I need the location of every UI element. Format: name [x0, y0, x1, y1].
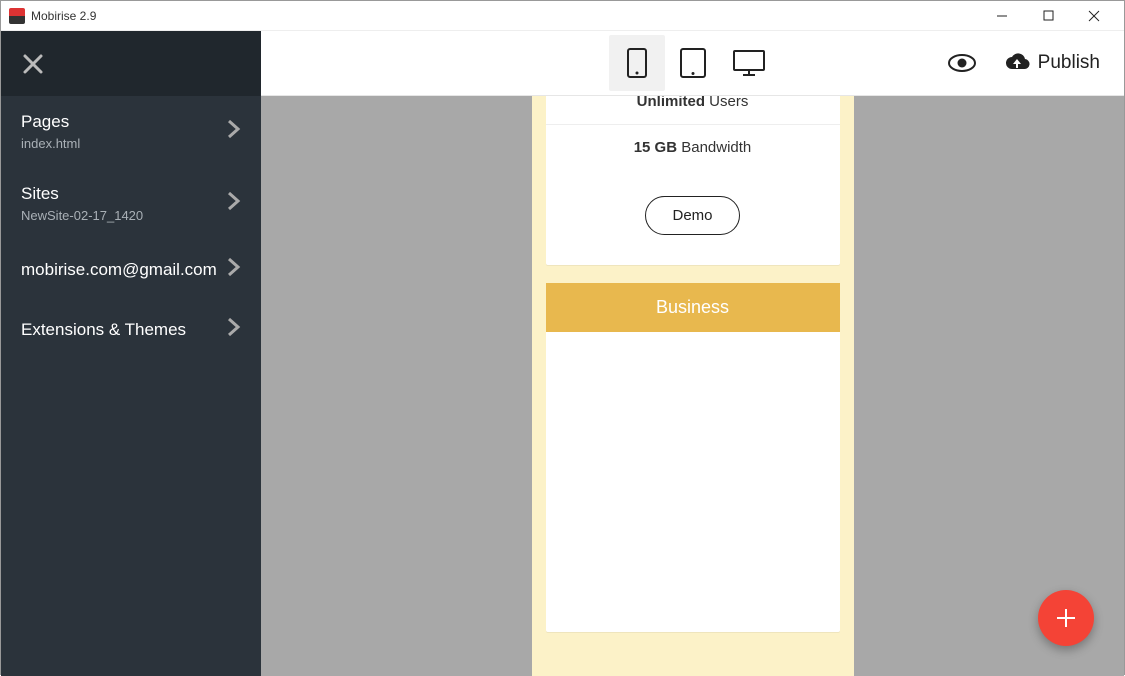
- sidebar-item-extensions[interactable]: Extensions & Themes: [1, 300, 261, 360]
- sidebar-item-account[interactable]: mobirise.com@gmail.com: [1, 240, 261, 300]
- demo-button[interactable]: Demo: [645, 196, 739, 235]
- pricing-card-standard: Standard $0 per month 32 GB Storage Unli…: [546, 96, 840, 265]
- preview-button[interactable]: [948, 54, 976, 72]
- pricing-card-header[interactable]: Business: [546, 283, 840, 332]
- sidebar-item-label: Pages: [21, 112, 80, 132]
- plus-icon: [1055, 607, 1077, 629]
- chevron-right-icon: [227, 256, 241, 283]
- add-block-fab[interactable]: [1038, 590, 1094, 646]
- sidebar-item-label: Extensions & Themes: [21, 320, 186, 340]
- sidebar-item-sites[interactable]: Sites NewSite-02-17_1420: [1, 168, 261, 240]
- phone-preview-scrollview[interactable]: Standard $0 per month 32 GB Storage Unli…: [532, 96, 854, 676]
- window-maximize-button[interactable]: [1034, 6, 1062, 26]
- sidebar-item-label: mobirise.com@gmail.com: [21, 260, 217, 280]
- publish-label: Publish: [1038, 52, 1100, 74]
- sidebar-item-sublabel: index.html: [21, 136, 80, 151]
- main-area: Publish Standard $0 per month 32 GB Stor…: [261, 31, 1124, 676]
- chevron-right-icon: [227, 118, 241, 145]
- toolbar: Publish: [261, 31, 1124, 96]
- device-switcher: [609, 35, 777, 91]
- close-icon: [21, 52, 45, 76]
- window-title: Mobirise 2.9: [31, 9, 988, 23]
- window-titlebar: Mobirise 2.9: [1, 1, 1124, 31]
- preview-canvas: Standard $0 per month 32 GB Storage Unli…: [261, 96, 1124, 676]
- pricing-card-feature[interactable]: 15 GB Bandwidth: [546, 124, 840, 170]
- sidebar-item-label: Sites: [21, 184, 143, 204]
- sidebar-item-pages[interactable]: Pages index.html: [1, 96, 261, 168]
- device-phone-button[interactable]: [609, 35, 665, 91]
- phone-icon: [627, 48, 647, 78]
- desktop-icon: [733, 50, 765, 76]
- app-icon: [9, 8, 25, 24]
- tablet-icon: [680, 48, 706, 78]
- window-minimize-button[interactable]: [988, 6, 1016, 26]
- publish-button[interactable]: Publish: [1004, 52, 1100, 74]
- chevron-right-icon: [227, 190, 241, 217]
- sidebar-close-button[interactable]: [1, 31, 261, 96]
- chevron-right-icon: [227, 316, 241, 343]
- cloud-upload-icon: [1004, 53, 1030, 73]
- pricing-card-feature[interactable]: Unlimited Users: [546, 96, 840, 124]
- sidebar-item-sublabel: NewSite-02-17_1420: [21, 208, 143, 223]
- window-controls: [988, 6, 1116, 26]
- pricing-card-business: Business: [546, 283, 840, 632]
- device-desktop-button[interactable]: [721, 35, 777, 91]
- eye-icon: [948, 54, 976, 72]
- window-close-button[interactable]: [1080, 6, 1108, 26]
- sidebar: Pages index.html Sites NewSite-02-17_142…: [1, 31, 261, 676]
- device-tablet-button[interactable]: [665, 35, 721, 91]
